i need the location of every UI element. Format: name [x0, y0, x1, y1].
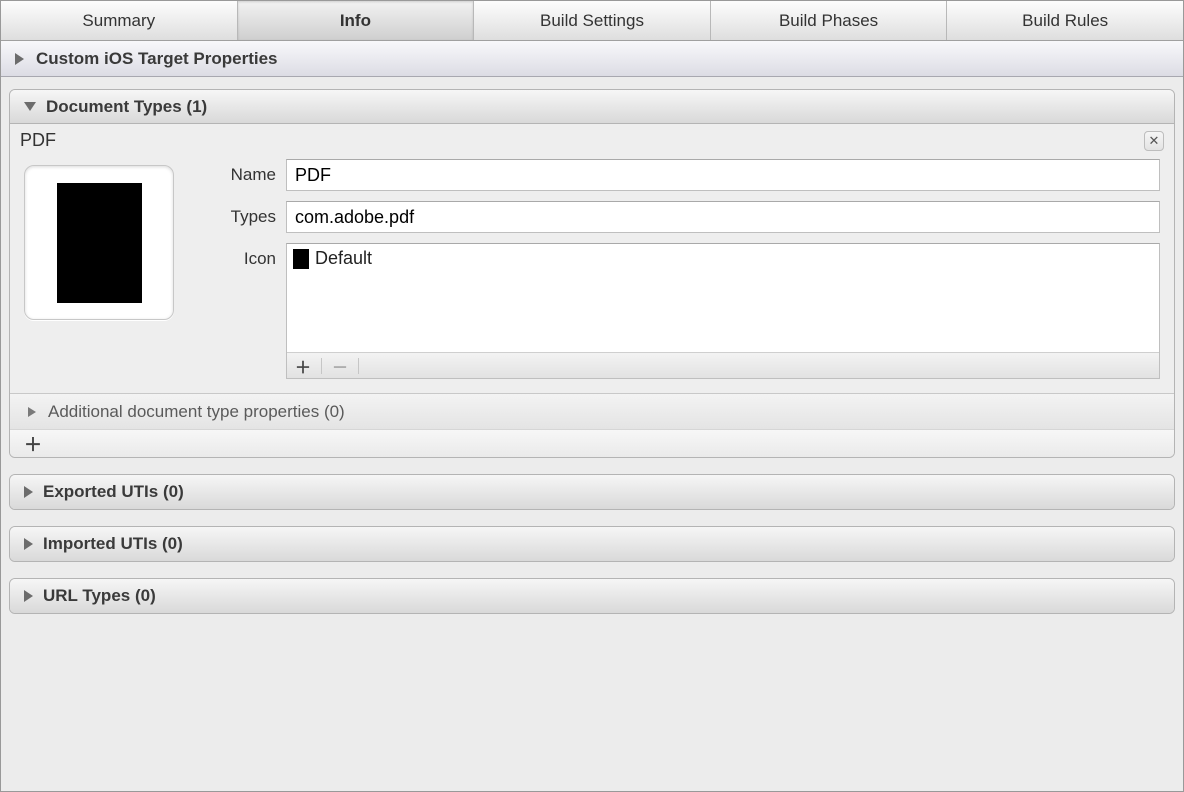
additional-doc-type-properties-row[interactable]: Additional document type properties (0)	[10, 393, 1174, 429]
document-type-display-title: PDF	[20, 130, 56, 151]
panel-header-exported-utis[interactable]: Exported UTIs (0)	[10, 475, 1174, 509]
panel-header-document-types[interactable]: Document Types (1)	[10, 90, 1174, 124]
document-icon-preview	[57, 183, 142, 303]
tab-label: Summary	[82, 11, 155, 31]
content-area: Document Types (1) PDF ✕ Name	[1, 77, 1183, 642]
additional-doc-type-properties-label: Additional document type properties (0)	[48, 402, 345, 422]
document-type-body: Name Types Icon	[10, 155, 1174, 393]
tab-info[interactable]: Info	[238, 1, 475, 40]
section-title: Custom iOS Target Properties	[36, 49, 278, 69]
separator	[358, 358, 359, 374]
panel-title: Exported UTIs (0)	[43, 482, 184, 502]
separator	[321, 358, 322, 374]
section-custom-ios-target-properties[interactable]: Custom iOS Target Properties	[1, 41, 1183, 77]
disclosure-arrow-icon	[24, 102, 36, 111]
tab-build-phases[interactable]: Build Phases	[711, 1, 948, 40]
tab-label: Info	[340, 11, 371, 31]
remove-icon-button[interactable]: －	[330, 356, 350, 376]
plus-icon: ＋	[24, 431, 42, 457]
tab-label: Build Rules	[1022, 11, 1108, 31]
tab-bar: Summary Info Build Settings Build Phases…	[1, 1, 1183, 41]
tab-label: Build Phases	[779, 11, 878, 31]
add-document-type-row[interactable]: ＋	[10, 429, 1174, 457]
label-icon: Icon	[204, 243, 276, 269]
document-type-titlebar: PDF ✕	[10, 124, 1174, 155]
disclosure-arrow-icon	[24, 538, 33, 550]
row-name: Name	[204, 159, 1160, 191]
panel-header-url-types[interactable]: URL Types (0)	[10, 579, 1174, 613]
icon-list-item[interactable]: Default	[293, 248, 1153, 269]
disclosure-arrow-icon	[24, 590, 33, 602]
add-icon-button[interactable]: ＋	[293, 356, 313, 376]
panel-body-document-types: PDF ✕ Name Type	[10, 124, 1174, 457]
document-type-form: Name Types Icon	[204, 159, 1160, 379]
label-name: Name	[204, 159, 276, 185]
panel-title: Document Types (1)	[46, 97, 207, 117]
icon-list[interactable]: Default	[287, 244, 1159, 352]
panel-title: URL Types (0)	[43, 586, 156, 606]
panel-header-imported-utis[interactable]: Imported UTIs (0)	[10, 527, 1174, 561]
panel-imported-utis: Imported UTIs (0)	[9, 526, 1175, 562]
tab-summary[interactable]: Summary	[1, 1, 238, 40]
input-types[interactable]	[286, 201, 1160, 233]
row-types: Types	[204, 201, 1160, 233]
tab-label: Build Settings	[540, 11, 644, 31]
tab-build-rules[interactable]: Build Rules	[947, 1, 1183, 40]
close-icon: ✕	[1149, 133, 1160, 149]
disclosure-arrow-icon	[15, 53, 24, 65]
panel-url-types: URL Types (0)	[9, 578, 1175, 614]
panel-title: Imported UTIs (0)	[43, 534, 183, 554]
remove-document-type-button[interactable]: ✕	[1144, 131, 1164, 151]
icon-swatch	[293, 249, 309, 269]
icon-list-container: Default ＋ －	[286, 243, 1160, 379]
input-name[interactable]	[286, 159, 1160, 191]
label-types: Types	[204, 201, 276, 227]
disclosure-arrow-icon	[28, 407, 36, 417]
panel-exported-utis: Exported UTIs (0)	[9, 474, 1175, 510]
panel-document-types: Document Types (1) PDF ✕ Name	[9, 89, 1175, 458]
disclosure-arrow-icon	[24, 486, 33, 498]
document-icon-well[interactable]	[24, 165, 174, 320]
document-type-item: PDF ✕ Name Type	[10, 124, 1174, 393]
row-icon: Icon Default ＋	[204, 243, 1160, 379]
icon-list-footer: ＋ －	[287, 352, 1159, 378]
icon-entry-label: Default	[315, 248, 372, 269]
tab-build-settings[interactable]: Build Settings	[474, 1, 711, 40]
